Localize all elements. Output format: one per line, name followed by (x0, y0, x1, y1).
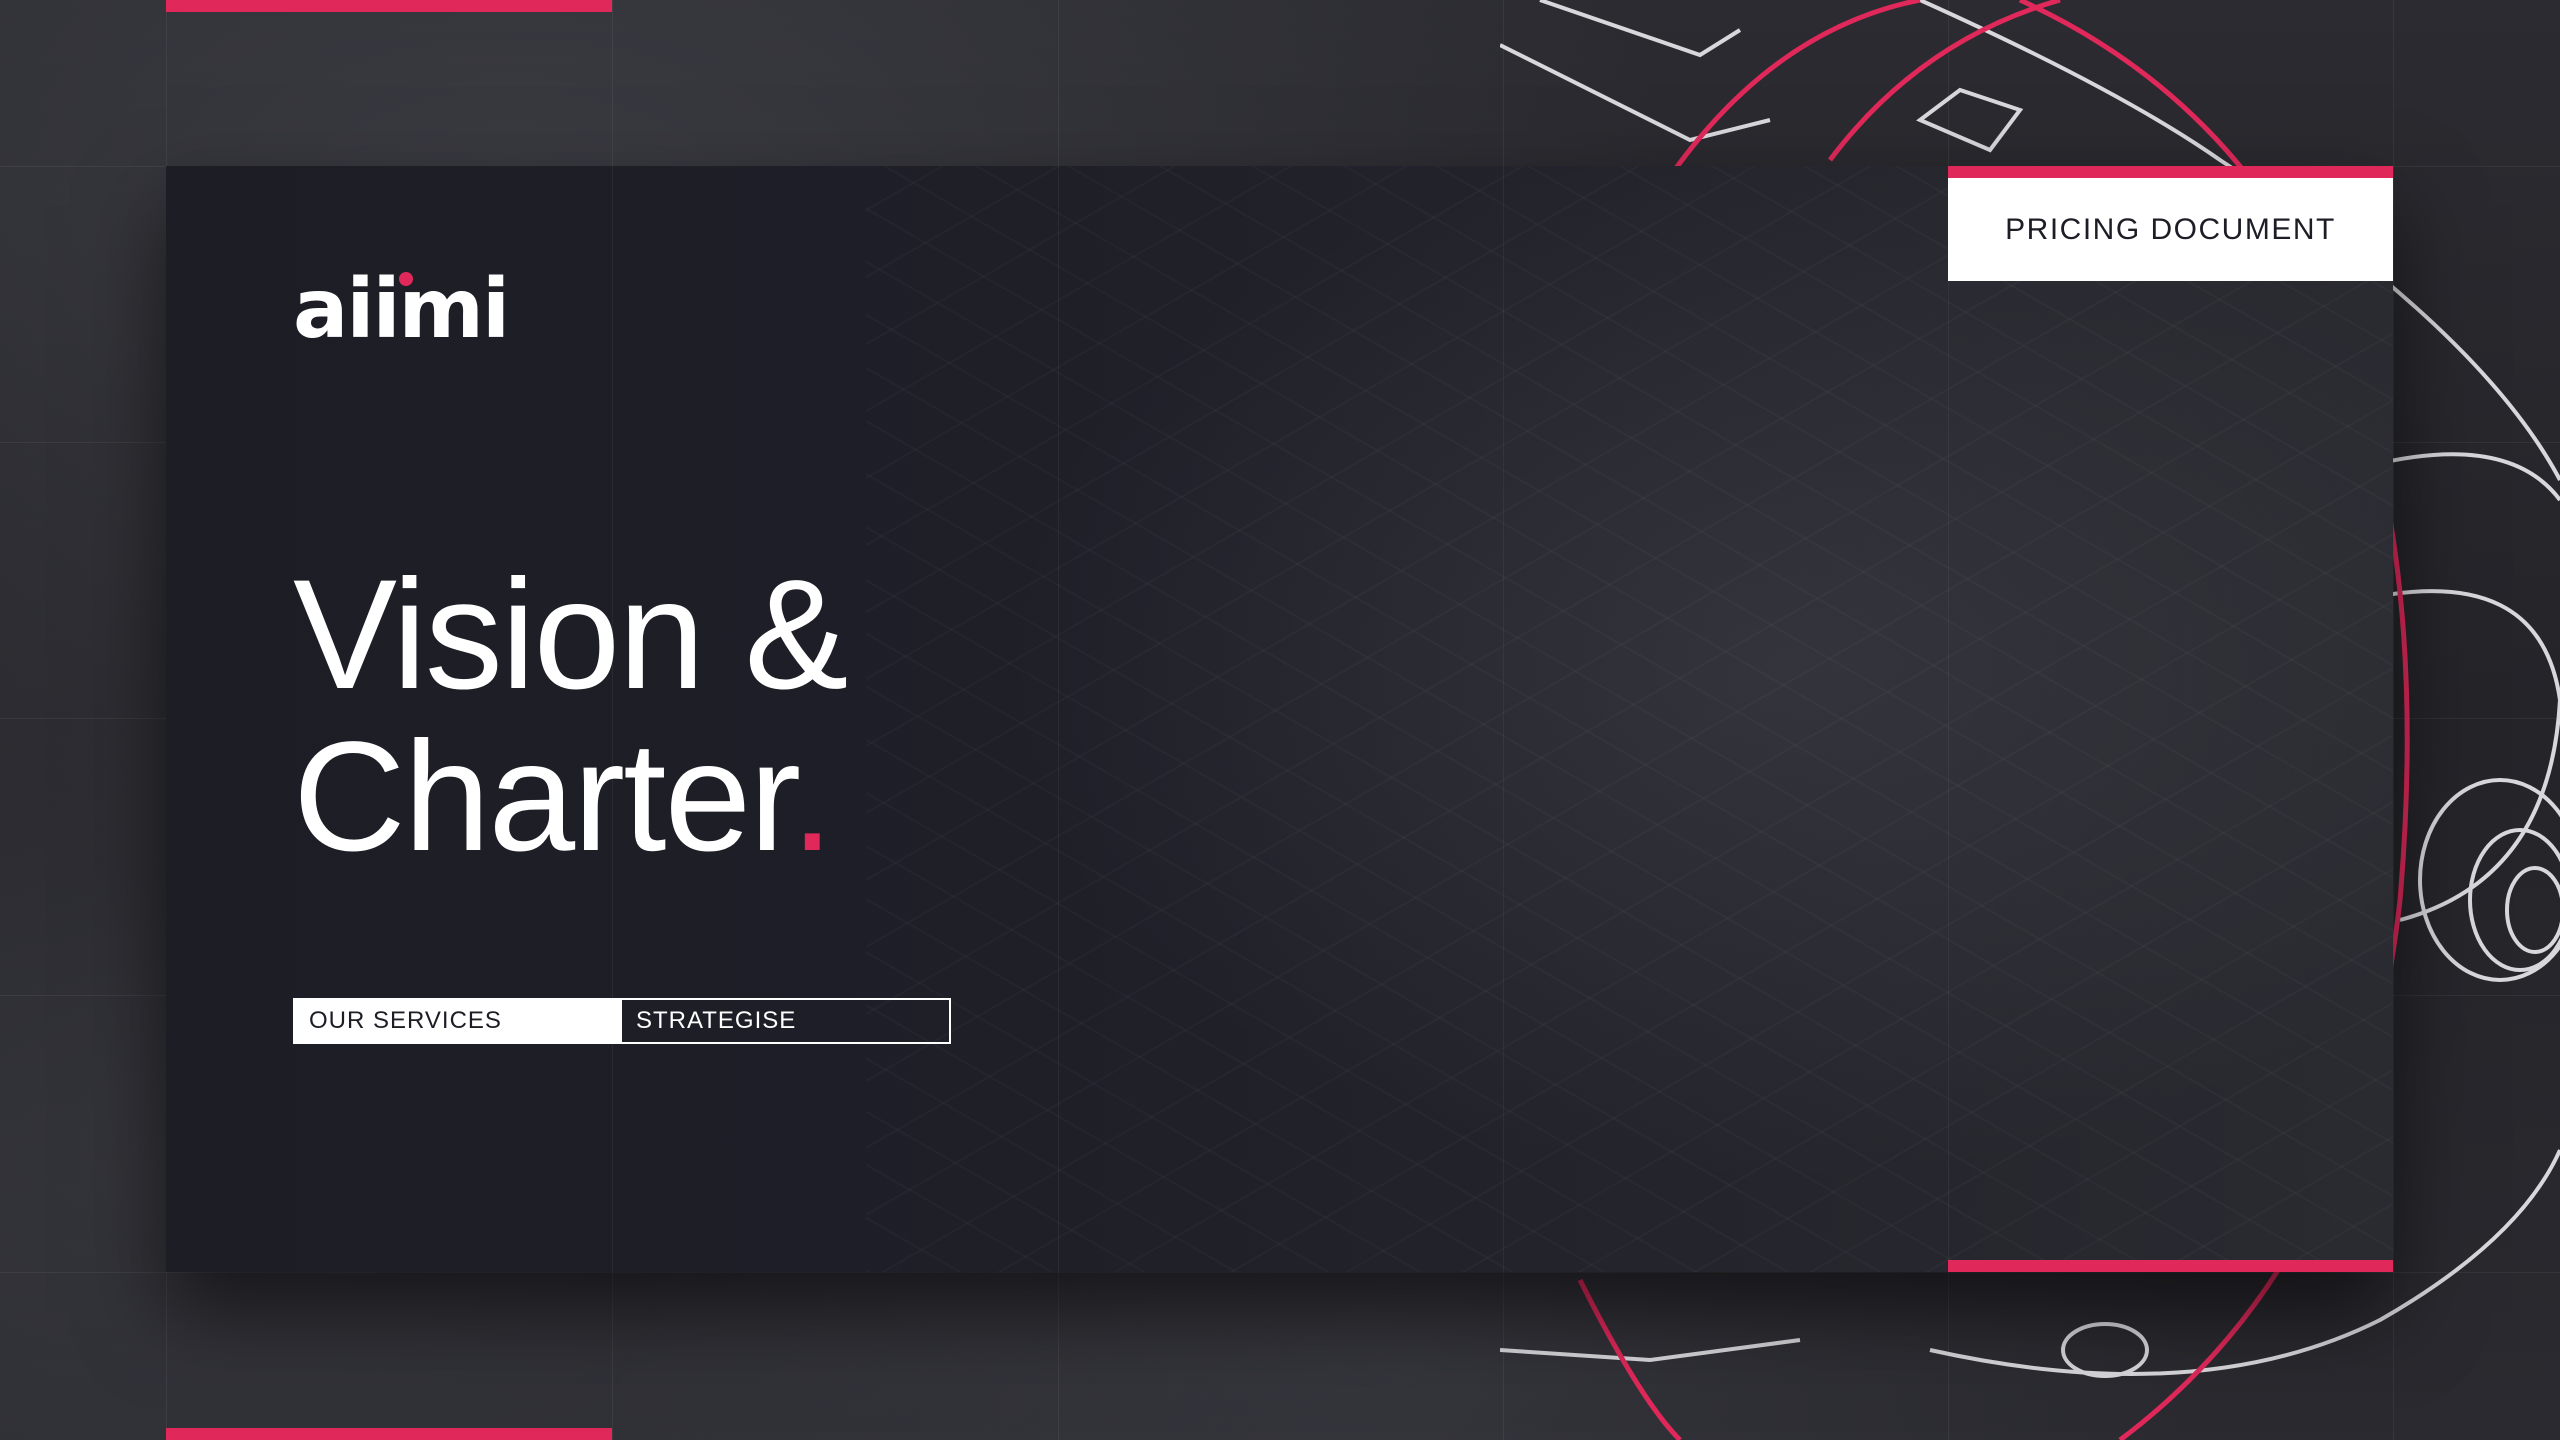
hero-card: aiimi Vision & Charter. OUR SERVICES STR… (166, 166, 2393, 1272)
title-period: . (790, 710, 834, 884)
title-line-2-text: Charter (293, 710, 793, 884)
grid-line (1503, 166, 1504, 1272)
brand-logo[interactable]: aiimi (293, 262, 510, 357)
tag-strategise[interactable]: STRATEGISE (622, 1000, 949, 1042)
pricing-document-label[interactable]: PRICING DOCUMENT (1948, 166, 2393, 281)
grid-line (1058, 166, 1059, 1272)
grid-line (1948, 166, 1949, 1272)
page-title: Vision & Charter. (293, 548, 848, 878)
tag-our-services[interactable]: OUR SERVICES (295, 1000, 622, 1042)
title-line-2: Charter. (293, 716, 846, 878)
accent-bar-card-bottom (1948, 1260, 2393, 1272)
service-tags: OUR SERVICES STRATEGISE (293, 998, 951, 1044)
accent-bar-top (166, 0, 612, 12)
city-map-background (866, 166, 2393, 1272)
accent-bar-bottom (166, 1428, 612, 1440)
logo-accent-dot (399, 272, 413, 286)
title-line-1: Vision & (293, 548, 848, 722)
